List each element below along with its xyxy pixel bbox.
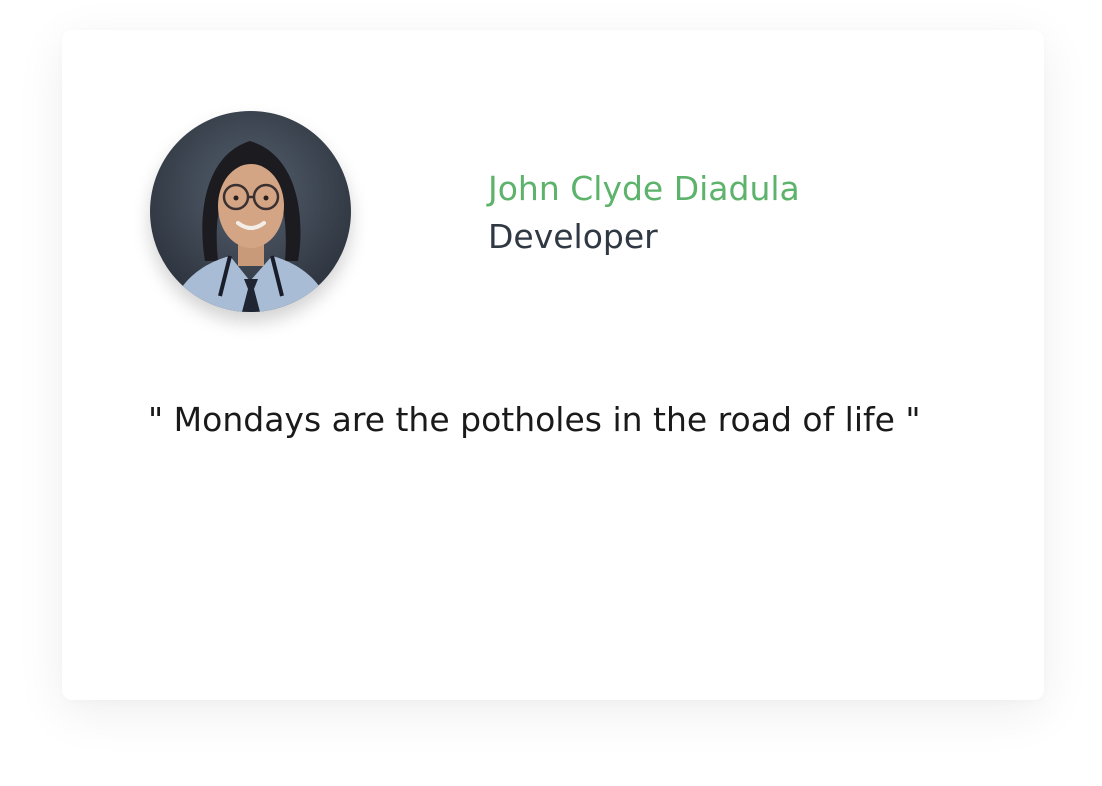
profile-name: John Clyde Diadula [488, 169, 800, 208]
avatar-photo-icon [150, 111, 351, 312]
profile-card: John Clyde Diadula Developer " Mondays a… [62, 30, 1044, 700]
profile-role: Developer [488, 217, 658, 256]
avatar [150, 111, 351, 312]
profile-quote: " Mondays are the potholes in the road o… [148, 400, 921, 439]
